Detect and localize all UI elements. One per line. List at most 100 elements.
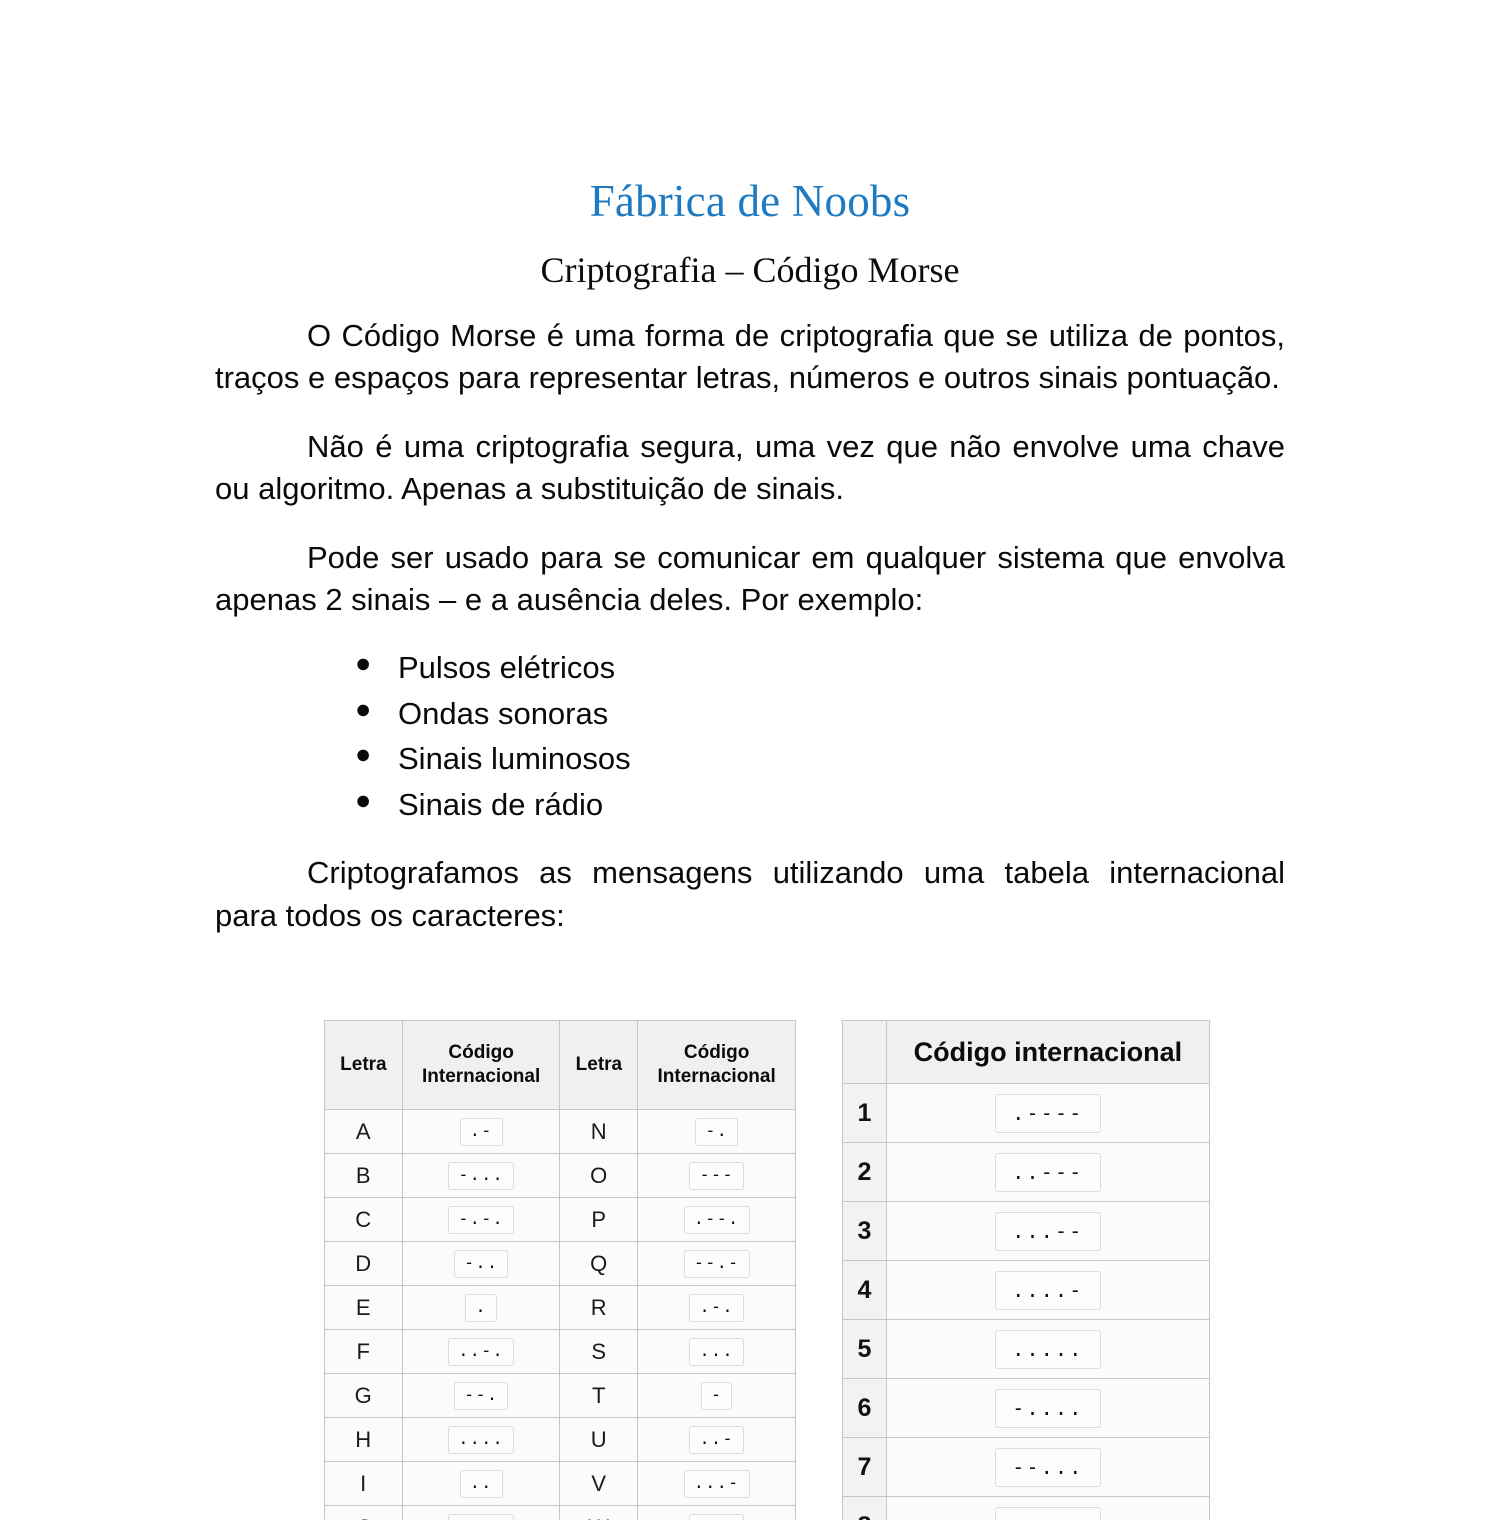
column-header-code-1: Código Internacional bbox=[402, 1021, 560, 1110]
code-cell: ...-- bbox=[886, 1202, 1209, 1261]
morse-code-box: .... bbox=[448, 1426, 514, 1454]
letter-cell: I bbox=[325, 1462, 403, 1506]
table-row: H .... U ..- bbox=[325, 1418, 796, 1462]
paragraph-usage: Pode ser usado para se comunicar em qual… bbox=[215, 511, 1285, 622]
code-cell: .. bbox=[402, 1462, 560, 1506]
paragraph-intro: O Código Morse é uma forma de criptograf… bbox=[215, 291, 1285, 400]
code-cell: --... bbox=[886, 1438, 1209, 1497]
morse-code-box: --... bbox=[995, 1448, 1100, 1487]
morse-code-box: ...-- bbox=[995, 1212, 1100, 1251]
page-title: Fábrica de Noobs bbox=[215, 0, 1285, 225]
code-cell: ....- bbox=[886, 1261, 1209, 1320]
letter-cell: R bbox=[560, 1286, 638, 1330]
morse-code-box: ---.. bbox=[995, 1507, 1100, 1520]
morse-code-box: -. bbox=[695, 1118, 738, 1146]
letters-table-body: A .- N -. B -... O --- C -.-. P .--. bbox=[325, 1110, 796, 1520]
signal-examples-list: ● Pulsos elétricos ●Ondas sonoras ●Sinais… bbox=[215, 622, 1285, 829]
table-row: 2 ..--- bbox=[843, 1143, 1210, 1202]
column-header-code-2: Código Internacional bbox=[638, 1021, 796, 1110]
number-cell: 7 bbox=[843, 1438, 887, 1497]
table-row: 5 ..... bbox=[843, 1320, 1210, 1379]
list-item-label: Pulsos elétricos bbox=[398, 650, 615, 685]
morse-code-box: --. bbox=[454, 1382, 508, 1410]
list-item: ● Sinais luminosos bbox=[215, 736, 1285, 782]
morse-code-box: . bbox=[465, 1294, 496, 1322]
table-row: F ..-. S ... bbox=[325, 1330, 796, 1374]
code-cell: ...- bbox=[638, 1462, 796, 1506]
list-item: ●Sinais de rádio bbox=[215, 782, 1285, 828]
table-row: B -... O --- bbox=[325, 1154, 796, 1198]
list-item-label: Sinais de rádio bbox=[398, 787, 603, 822]
document-content: Fábrica de Noobs Criptografia – Código M… bbox=[215, 0, 1285, 937]
paragraph-security: Não é uma criptografia segura, uma vez q… bbox=[215, 400, 1285, 511]
morse-code-box: - bbox=[701, 1382, 732, 1410]
table-row: 4 ....- bbox=[843, 1261, 1210, 1320]
numbers-table-body: 1 .---- 2 ..--- 3 ...-- 4 ....- 5 .... bbox=[843, 1084, 1210, 1520]
letter-cell: G bbox=[325, 1374, 403, 1418]
list-item: ●Ondas sonoras bbox=[215, 691, 1285, 737]
letter-cell: H bbox=[325, 1418, 403, 1462]
table-row: 3 ...-- bbox=[843, 1202, 1210, 1261]
morse-code-box: .- bbox=[460, 1118, 503, 1146]
code-cell: .--- bbox=[402, 1506, 560, 1520]
morse-code-box: .. bbox=[460, 1470, 503, 1498]
morse-code-box: .-- bbox=[689, 1514, 743, 1520]
morse-code-box: .-. bbox=[689, 1294, 743, 1322]
code-cell: .--. bbox=[638, 1198, 796, 1242]
numbers-morse-table: Código internacional 1 .---- 2 ..--- 3 .… bbox=[842, 1020, 1210, 1520]
letter-cell: V bbox=[560, 1462, 638, 1506]
table-row: 8 ---.. bbox=[843, 1497, 1210, 1520]
morse-code-box: --- bbox=[689, 1162, 743, 1190]
letters-morse-table: Letra Código Internacional Letra Código … bbox=[324, 1020, 796, 1520]
code-cell: -. bbox=[638, 1110, 796, 1154]
code-cell: ..-. bbox=[402, 1330, 560, 1374]
table-row: 7 --... bbox=[843, 1438, 1210, 1497]
code-cell: ..--- bbox=[886, 1143, 1209, 1202]
morse-code-box: ..- bbox=[689, 1426, 743, 1454]
letter-cell: D bbox=[325, 1242, 403, 1286]
letter-cell: C bbox=[325, 1198, 403, 1242]
table-row: J .--- W .-- bbox=[325, 1506, 796, 1520]
code-cell: --. bbox=[402, 1374, 560, 1418]
bullet-dot-icon: ● bbox=[355, 735, 371, 775]
morse-code-box: -... bbox=[448, 1162, 514, 1190]
letter-cell: N bbox=[560, 1110, 638, 1154]
morse-code-box: ...- bbox=[684, 1470, 750, 1498]
letter-cell: S bbox=[560, 1330, 638, 1374]
morse-code-box: ... bbox=[689, 1338, 743, 1366]
morse-code-box: .--- bbox=[448, 1514, 514, 1520]
morse-tables-area: Letra Código Internacional Letra Código … bbox=[0, 1020, 1500, 1520]
letter-cell: Q bbox=[560, 1242, 638, 1286]
list-item-label: Ondas sonoras bbox=[398, 696, 608, 731]
morse-code-box: ..--- bbox=[995, 1153, 1100, 1192]
letter-cell: B bbox=[325, 1154, 403, 1198]
letter-cell: U bbox=[560, 1418, 638, 1462]
column-header-letter-1: Letra bbox=[325, 1021, 403, 1110]
morse-code-box: .---- bbox=[995, 1094, 1100, 1133]
number-cell: 1 bbox=[843, 1084, 887, 1143]
number-cell: 6 bbox=[843, 1379, 887, 1438]
table-row: 6 -.... bbox=[843, 1379, 1210, 1438]
code-cell: ..... bbox=[886, 1320, 1209, 1379]
code-cell: -.... bbox=[886, 1379, 1209, 1438]
code-cell: ... bbox=[638, 1330, 796, 1374]
letter-cell: T bbox=[560, 1374, 638, 1418]
code-cell: .... bbox=[402, 1418, 560, 1462]
morse-code-box: .--. bbox=[684, 1206, 750, 1234]
code-cell: ..- bbox=[638, 1418, 796, 1462]
morse-code-box: ..... bbox=[995, 1330, 1100, 1369]
code-cell: --- bbox=[638, 1154, 796, 1198]
table-header-row: Código internacional bbox=[843, 1021, 1210, 1084]
number-cell: 3 bbox=[843, 1202, 887, 1261]
letter-cell: W bbox=[560, 1506, 638, 1520]
letter-cell: E bbox=[325, 1286, 403, 1330]
letter-cell: F bbox=[325, 1330, 403, 1374]
table-row: D -.. Q --.- bbox=[325, 1242, 796, 1286]
code-cell: ---.. bbox=[886, 1497, 1209, 1520]
code-cell: . bbox=[402, 1286, 560, 1330]
table-row: G --. T - bbox=[325, 1374, 796, 1418]
list-item-label: Sinais luminosos bbox=[398, 741, 631, 776]
number-cell: 2 bbox=[843, 1143, 887, 1202]
column-header-number bbox=[843, 1021, 887, 1084]
letter-cell: O bbox=[560, 1154, 638, 1198]
